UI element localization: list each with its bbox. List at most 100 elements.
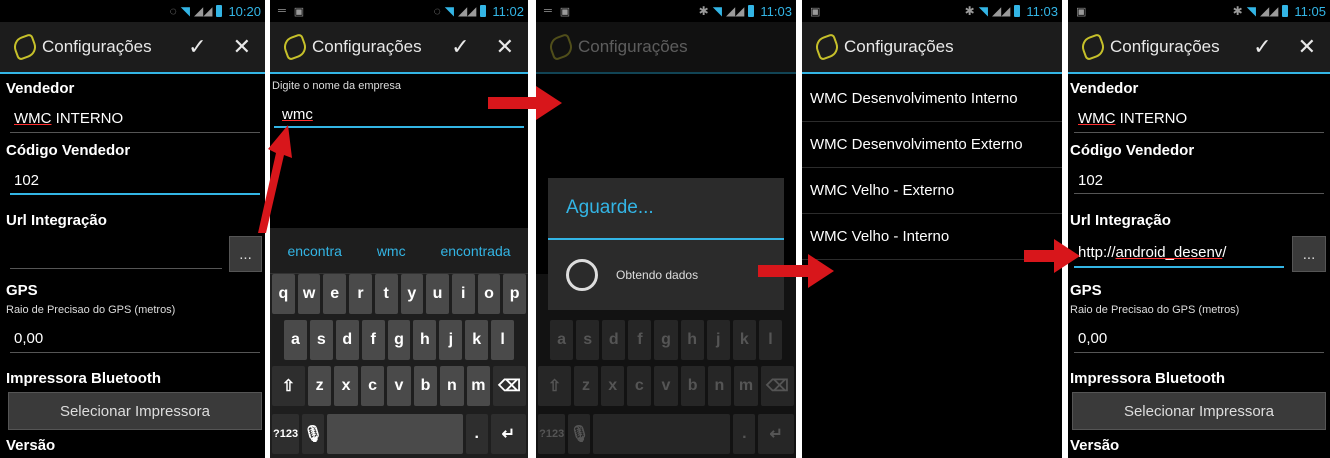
key[interactable]: k — [465, 320, 489, 360]
page-title: Configurações — [844, 37, 954, 56]
key[interactable]: t — [374, 274, 398, 314]
vendedor-value-rest: INTERNO — [1115, 110, 1188, 127]
gps-field[interactable]: 0,00 — [1070, 330, 1107, 347]
keyboard-row-3: ⇧ zxcvbnm ⌫ — [538, 366, 794, 406]
key[interactable]: e — [323, 274, 347, 314]
url-value-marked: android_desenv — [1115, 244, 1223, 261]
gps-field[interactable]: 0,00 — [6, 330, 43, 347]
screen-5: ▣ ✱ ◥ ◢◢ 11:05 Configurações ✓ ✕ Vendedor WM… — [1068, 0, 1330, 458]
codigo-label: Código Vendedor — [1070, 142, 1195, 159]
app-logo-icon — [812, 32, 842, 62]
suggestion-item[interactable]: encontrada — [440, 243, 510, 259]
vendedor-field[interactable]: WMC INTERNO — [6, 110, 123, 127]
key[interactable]: d — [335, 320, 359, 360]
wifi-icon: ◥ — [180, 4, 190, 18]
key[interactable]: y — [400, 274, 424, 314]
battery-icon — [480, 5, 487, 17]
screen-3: ═ ▣ ✱ ◥ ◢◢ 11:03 Configurações asdfghjkl ⇧ z… — [536, 0, 796, 458]
key[interactable]: c — [360, 366, 385, 406]
period-key[interactable]: . — [465, 414, 488, 454]
page-title: Configurações — [1110, 37, 1220, 56]
company-input[interactable]: wmc — [274, 106, 313, 123]
check-icon[interactable]: ✓ — [451, 34, 469, 60]
key[interactable]: x — [334, 366, 358, 406]
select-printer-button[interactable]: Selecionar Impressora — [1072, 392, 1326, 430]
key[interactable]: j — [439, 320, 463, 360]
signal-icon: ◢◢ — [193, 4, 213, 18]
key: x — [600, 366, 625, 406]
status-time: 10:20 — [228, 3, 261, 19]
space-key — [593, 414, 731, 454]
shift-key-icon[interactable]: ⇧ — [272, 366, 305, 406]
status-bar: ═ ▣ ◌ ◥ ◢◢ 11:02 — [270, 0, 528, 22]
image-icon: ▣ — [1076, 5, 1087, 18]
key[interactable]: g — [387, 320, 411, 360]
check-icon[interactable]: ✓ — [1253, 34, 1271, 60]
enter-key-icon[interactable]: ↵ — [490, 414, 526, 454]
check-icon[interactable]: ✓ — [188, 34, 206, 60]
status-time: 11:03 — [760, 3, 792, 19]
key[interactable]: o — [477, 274, 501, 314]
mic-key-icon[interactable]: 🎙 — [302, 414, 324, 454]
close-icon[interactable]: ✕ — [1298, 34, 1316, 60]
gps-label: GPS — [6, 282, 38, 299]
arrow-icon — [258, 125, 292, 233]
screen-1: ◌ ◥ ◢◢ 10:20 Configurações ✓ ✕ Vendedor WMC … — [0, 0, 265, 458]
space-key[interactable] — [326, 414, 463, 454]
key[interactable]: p — [503, 274, 527, 314]
close-icon[interactable]: ✕ — [496, 34, 514, 60]
close-icon[interactable]: ✕ — [233, 34, 251, 60]
app-logo-icon — [10, 32, 40, 62]
codigo-label: Código Vendedor — [6, 142, 131, 159]
action-bar: Configurações ✓ ✕ — [270, 22, 528, 74]
app-logo-icon — [280, 32, 310, 62]
gps-sublabel: Raio de Precisao do GPS (metros) — [6, 304, 176, 316]
action-bar: Configurações — [802, 22, 1062, 74]
sync-icon: ◌ — [433, 4, 441, 18]
notification-icon: ═ — [278, 5, 286, 17]
company-prompt: Digite o nome da empresa — [272, 80, 402, 92]
key[interactable]: i — [451, 274, 475, 314]
key[interactable]: v — [387, 366, 411, 406]
vendedor-label: Vendedor — [1070, 80, 1139, 97]
company-list-item[interactable]: WMC Desenvolvimento Externo — [802, 122, 1062, 168]
bluetooth-icon: ✱ — [1232, 4, 1243, 18]
symbols-key[interactable]: ?123 — [272, 414, 300, 454]
url-field[interactable]: http://android_desenv/ — [1070, 244, 1226, 261]
vendedor-field[interactable]: WMC INTERNO — [1070, 110, 1187, 127]
company-list-item[interactable]: WMC Desenvolvimento Interno — [802, 76, 1062, 122]
key[interactable]: z — [307, 366, 332, 406]
key[interactable]: f — [361, 320, 385, 360]
page-title: Configurações — [578, 37, 688, 56]
url-browse-button[interactable]: ... — [229, 236, 262, 272]
company-list-item[interactable]: WMC Velho - Externo — [802, 168, 1062, 214]
key[interactable]: r — [349, 274, 372, 314]
key[interactable]: n — [440, 366, 464, 406]
key[interactable]: b — [413, 366, 438, 406]
key[interactable]: q — [272, 274, 295, 314]
period-key: . — [733, 414, 756, 454]
impressora-label: Impressora Bluetooth — [6, 370, 162, 387]
key[interactable]: u — [426, 274, 449, 314]
key[interactable]: l — [491, 320, 515, 360]
select-printer-button[interactable]: Selecionar Impressora — [8, 392, 262, 430]
key[interactable]: s — [309, 320, 333, 360]
key[interactable]: a — [284, 320, 307, 360]
company-list-item[interactable]: WMC Velho - Interno — [802, 214, 1062, 260]
wifi-icon: ◥ — [978, 4, 988, 18]
backspace-key-icon[interactable]: ⌫ — [493, 366, 526, 406]
suggestion-item[interactable]: wmc — [377, 243, 406, 259]
backspace-key-icon: ⌫ — [760, 366, 794, 406]
key[interactable]: w — [297, 274, 321, 314]
suggestion-strip: encontra wmc encontrada — [270, 228, 528, 274]
codigo-field[interactable]: 102 — [6, 172, 39, 189]
wifi-icon: ◥ — [712, 4, 722, 18]
suggestion-item[interactable]: encontra — [287, 243, 341, 259]
key[interactable]: h — [413, 320, 437, 360]
key[interactable]: m — [466, 366, 491, 406]
image-icon: ▣ — [810, 5, 821, 18]
codigo-field[interactable]: 102 — [1070, 172, 1103, 189]
url-browse-button[interactable]: ... — [1292, 236, 1326, 272]
key: d — [602, 320, 626, 360]
bluetooth-icon: ✱ — [698, 4, 709, 18]
